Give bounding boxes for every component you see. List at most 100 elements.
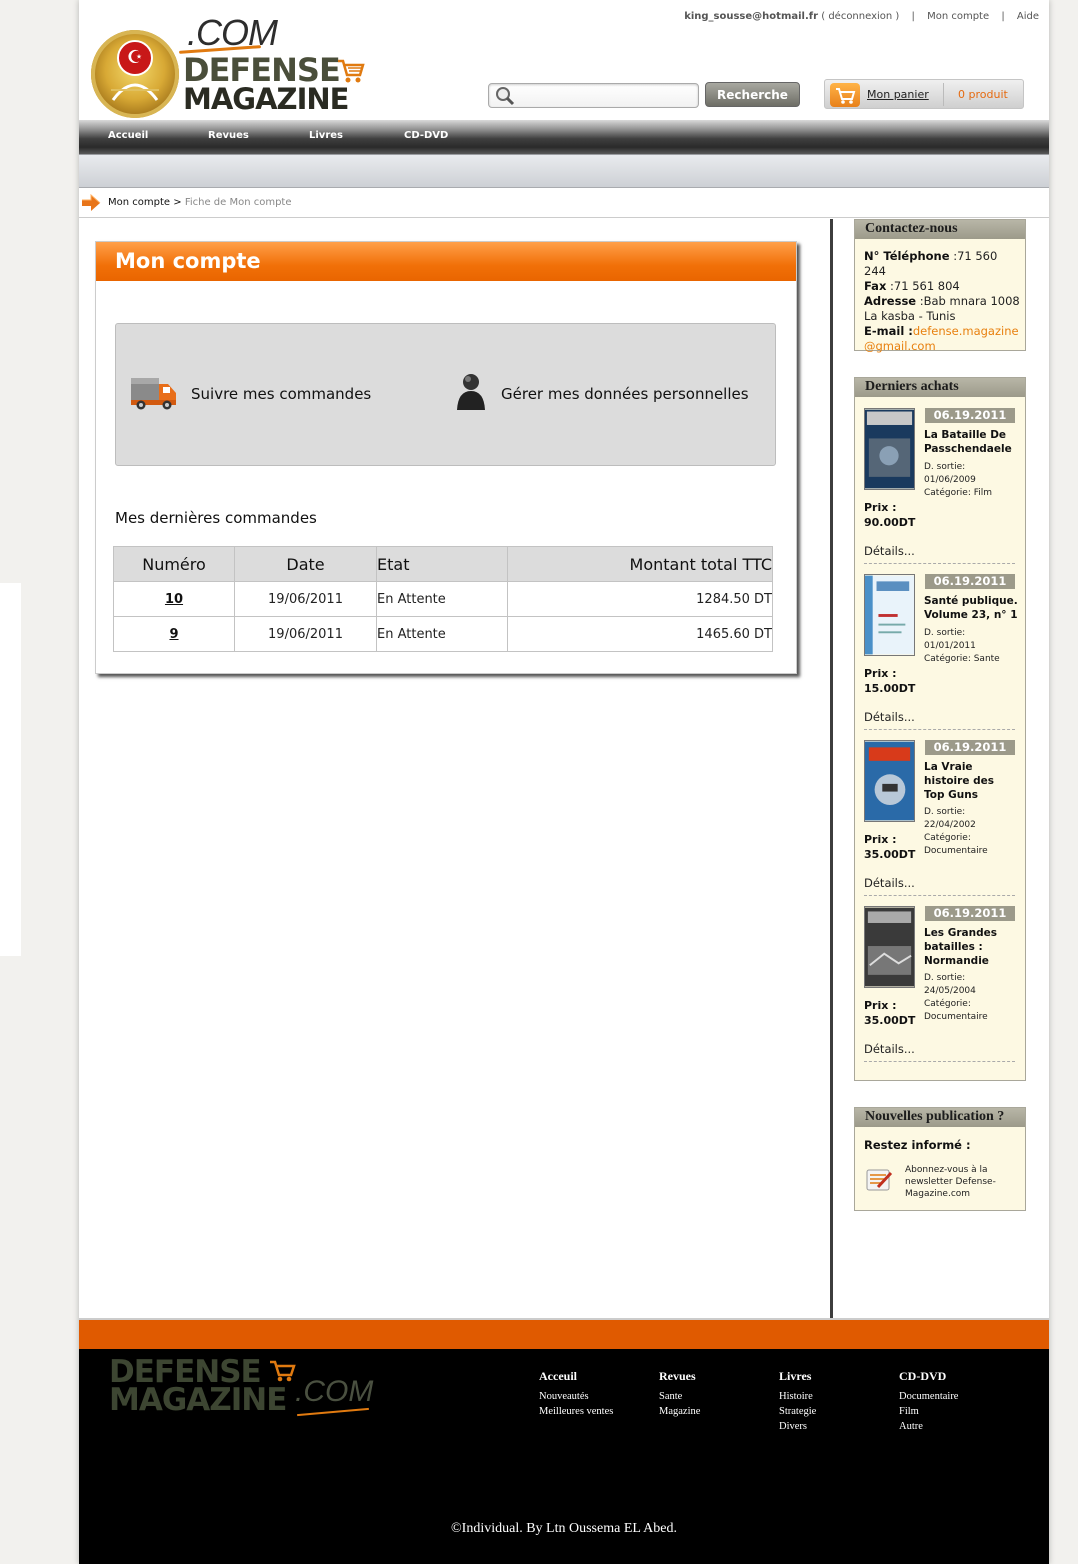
price-value: 35.00DT: [864, 1014, 916, 1027]
search-input[interactable]: [519, 86, 694, 105]
purchase-date: 06.19.2011: [925, 574, 1015, 589]
search-box: [488, 83, 699, 108]
details-link[interactable]: Détails...: [864, 1042, 915, 1056]
account-panel: Mon compte Suivre mes commandes Gérer me…: [95, 241, 797, 674]
list-item: 06.19.2011 La Bataille De Passchendaele …: [864, 408, 1015, 564]
footer-heading[interactable]: Livres: [779, 1369, 816, 1384]
table-row: 10 19/06/2011 En Attente 1284.50 DT: [113, 581, 773, 617]
footer-column: CD-DVD Documentaire Film Autre: [899, 1369, 958, 1434]
footer-column: Revues Sante Magazine: [659, 1369, 700, 1419]
price-label: Prix :: [864, 501, 897, 514]
footer-heading[interactable]: CD-DVD: [899, 1369, 958, 1384]
logout-link[interactable]: ( déconnexion ): [821, 11, 899, 22]
arrow-icon: [82, 194, 101, 211]
col-number: Numéro: [113, 546, 235, 582]
footer-link[interactable]: Histoire: [779, 1389, 816, 1404]
main-nav: Accueil Revues Livres CD-DVD: [79, 120, 1049, 154]
footer-link[interactable]: Divers: [779, 1419, 816, 1434]
help-link[interactable]: Aide: [1017, 11, 1039, 22]
newsletter-box: Nouvelles publication ? Restez informé :…: [854, 1107, 1026, 1211]
product-price: Prix : 90.00DT: [864, 500, 915, 530]
table-row: 9 19/06/2011 En Attente 1465.60 DT: [113, 616, 773, 652]
logo-magazine[interactable]: MAGAZINE: [183, 83, 349, 115]
product-title[interactable]: La Bataille De Passchendaele: [924, 428, 1018, 456]
order-total: 1284.50 DT: [507, 581, 773, 617]
details-link[interactable]: Détails...: [864, 544, 915, 558]
newsletter-subtitle: Restez informé :: [864, 1138, 971, 1152]
email-label: E-mail :: [864, 324, 913, 338]
footer-link[interactable]: Film: [899, 1404, 958, 1419]
product-thumbnail[interactable]: [864, 740, 915, 822]
footer-link[interactable]: Magazine: [659, 1404, 700, 1419]
contact-body: N° Téléphone :71 560 244 Fax :71 561 804…: [855, 239, 1025, 354]
truck-icon[interactable]: [130, 374, 178, 412]
account-actions: Suivre mes commandes Gérer mes données p…: [115, 323, 776, 466]
footer: DEFENSE MAGAZINE .COM Acceuil Nouveautés…: [79, 1349, 1049, 1564]
footer-link[interactable]: Sante: [659, 1389, 700, 1404]
product-title[interactable]: Santé publique. Volume 23, n° 1: [924, 594, 1018, 622]
product-category: Catégorie: Sante: [924, 654, 1000, 664]
footer-link[interactable]: Autre: [899, 1419, 958, 1434]
sub-nav: [79, 154, 1049, 188]
user-email: king_sousse@hotmail.fr: [684, 11, 819, 22]
purchase-date: 06.19.2011: [925, 740, 1015, 755]
nav-item-revues[interactable]: Revues: [208, 130, 249, 141]
newsletter-subscribe-link[interactable]: Abonnez-vous à la newsletter Defense-Mag…: [905, 1164, 1017, 1200]
footer-link[interactable]: Documentaire: [899, 1389, 958, 1404]
emblem-logo[interactable]: ☪: [91, 30, 179, 118]
footer-logo-magazine: MAGAZINE: [109, 1382, 287, 1418]
order-number-link[interactable]: 10: [165, 592, 183, 607]
list-item: 06.19.2011 La Vraie histoire des Top Gun…: [864, 740, 1015, 896]
footer-link[interactable]: Meilleures ventes: [539, 1404, 613, 1419]
details-link[interactable]: Détails...: [864, 876, 915, 890]
details-link[interactable]: Détails...: [864, 710, 915, 724]
manage-profile-link[interactable]: Gérer mes données personnelles: [501, 385, 749, 403]
footer-heading[interactable]: Revues: [659, 1369, 700, 1384]
product-release: D. sortie: 01/01/2011: [924, 628, 976, 651]
nav-item-livres[interactable]: Livres: [309, 130, 343, 141]
product-title[interactable]: La Vraie histoire des Top Guns: [924, 760, 1018, 802]
nav-item-cd-dvd[interactable]: CD-DVD: [404, 130, 448, 141]
footer-band: [79, 1318, 1049, 1349]
footer-heading[interactable]: Acceuil: [539, 1369, 613, 1384]
purchase-date: 06.19.2011: [925, 906, 1015, 921]
search-button[interactable]: Recherche: [705, 82, 800, 107]
product-category: Catégorie: Film: [924, 488, 993, 498]
cart-box[interactable]: Mon panier 0 produit: [824, 79, 1024, 109]
footer-link[interactable]: Nouveautés: [539, 1389, 613, 1404]
list-item: 06.19.2011 Les Grandes batailles : Norma…: [864, 906, 1015, 1062]
page: king_sousse@hotmail.fr ( déconnexion ) |…: [79, 0, 1049, 1564]
col-status: Etat: [376, 546, 508, 582]
product-thumbnail[interactable]: [864, 408, 915, 490]
footer-column: Livres Histoire Strategie Divers: [779, 1369, 816, 1434]
cart-link[interactable]: Mon panier: [867, 88, 929, 101]
left-strip: [0, 583, 21, 956]
breadcrumb-separator: >: [173, 197, 182, 208]
orders-title: Mes dernières commandes: [115, 509, 317, 527]
fax-value: :71 561 804: [890, 279, 960, 293]
newsletter-icon[interactable]: [864, 1165, 894, 1195]
breadcrumb-root[interactable]: Mon compte: [108, 197, 170, 208]
order-date: 19/06/2011: [234, 616, 377, 652]
cart-count[interactable]: 0 produit: [958, 88, 1008, 101]
product-thumbnail[interactable]: [864, 574, 915, 656]
orders-table: Numéro Date Etat Montant total TTC 10 19…: [113, 546, 773, 652]
track-orders-link[interactable]: Suivre mes commandes: [191, 385, 371, 403]
logo-cart-icon: [338, 59, 365, 83]
product-category: Catégorie: Documentaire: [924, 833, 988, 856]
panel-title: Mon compte: [96, 242, 796, 281]
nav-item-accueil[interactable]: Accueil: [108, 130, 148, 141]
purchase-date: 06.19.2011: [925, 408, 1015, 423]
table-header-row: Numéro Date Etat Montant total TTC: [113, 546, 773, 582]
price-label: Prix :: [864, 833, 897, 846]
person-icon[interactable]: [456, 373, 486, 411]
order-number-link[interactable]: 9: [169, 627, 178, 642]
product-thumbnail[interactable]: [864, 906, 915, 988]
account-link[interactable]: Mon compte: [927, 11, 989, 22]
footer-link[interactable]: Strategie: [779, 1404, 816, 1419]
breadcrumb-text: Mon compte > Fiche de Mon compte: [108, 197, 292, 208]
recent-title: Derniers achats: [855, 378, 1025, 397]
order-status: En Attente: [376, 616, 508, 652]
product-title[interactable]: Les Grandes batailles : Normandie: [924, 926, 1018, 968]
footer-logo-com: .COM: [295, 1375, 374, 1408]
